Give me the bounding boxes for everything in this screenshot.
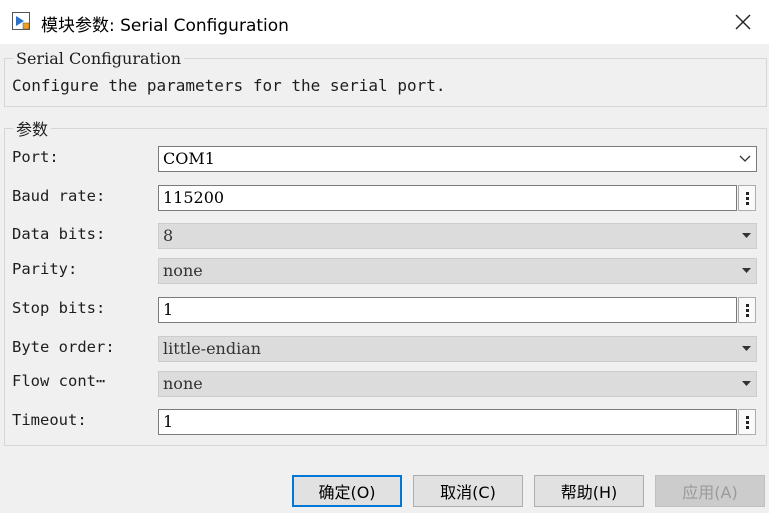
data-bits-value: 8 [163, 226, 174, 245]
more-vertical-icon [745, 415, 749, 419]
byte-order-value: little-endian [163, 339, 262, 358]
description-group-legend: Serial Configuration [16, 49, 182, 68]
description-text: Configure the parameters for the serial … [12, 76, 446, 95]
more-vertical-icon [745, 303, 749, 307]
caret-down-icon [742, 372, 751, 396]
stop-bits-input[interactable]: 1 [158, 297, 737, 323]
stop-bits-value: 1 [163, 300, 174, 319]
timeout-menu-button[interactable] [738, 409, 756, 435]
timeout-label: Timeout: [12, 411, 87, 429]
window-title: 模块参数: Serial Configuration [41, 16, 289, 36]
data-bits-label: Data bits: [12, 225, 106, 243]
more-vertical-icon [745, 191, 749, 195]
port-label: Port: [12, 148, 59, 166]
flow-control-value: none [163, 374, 203, 393]
caret-down-icon [742, 337, 751, 361]
cancel-button[interactable]: 取消(C) [413, 475, 523, 507]
close-button[interactable] [727, 6, 759, 38]
baud-rate-menu-button[interactable] [738, 185, 756, 211]
stop-bits-label: Stop bits: [12, 299, 106, 317]
baud-rate-label: Baud rate: [12, 187, 106, 205]
byte-order-dropdown[interactable]: little-endian [158, 336, 757, 362]
parity-dropdown[interactable]: none [158, 258, 757, 284]
byte-order-label: Byte order: [12, 338, 115, 356]
baud-rate-input[interactable]: 115200 [158, 185, 737, 211]
baud-rate-value: 115200 [163, 188, 225, 207]
parity-label: Parity: [12, 260, 78, 278]
title-bar: 模块参数: Serial Configuration [0, 0, 769, 44]
timeout-value: 1 [163, 412, 174, 431]
help-button[interactable]: 帮助(H) [534, 475, 644, 507]
ok-button[interactable]: 确定(O) [292, 475, 402, 507]
stop-bits-menu-button[interactable] [738, 297, 756, 323]
port-value: COM1 [163, 149, 215, 168]
close-icon [735, 14, 751, 30]
simulink-block-icon [12, 12, 30, 30]
apply-button[interactable]: 应用(A) [655, 475, 765, 507]
flow-control-dropdown[interactable]: none [158, 371, 757, 397]
parity-value: none [163, 261, 203, 280]
caret-down-icon [742, 259, 751, 283]
caret-down-icon [742, 224, 751, 248]
data-bits-dropdown[interactable]: 8 [158, 223, 757, 249]
chevron-down-icon [739, 147, 751, 171]
port-dropdown[interactable]: COM1 [158, 146, 757, 172]
flow-control-label: Flow cont⋯ [12, 372, 106, 390]
parameters-group-legend: 参数 [16, 120, 49, 139]
timeout-input[interactable]: 1 [158, 409, 737, 435]
